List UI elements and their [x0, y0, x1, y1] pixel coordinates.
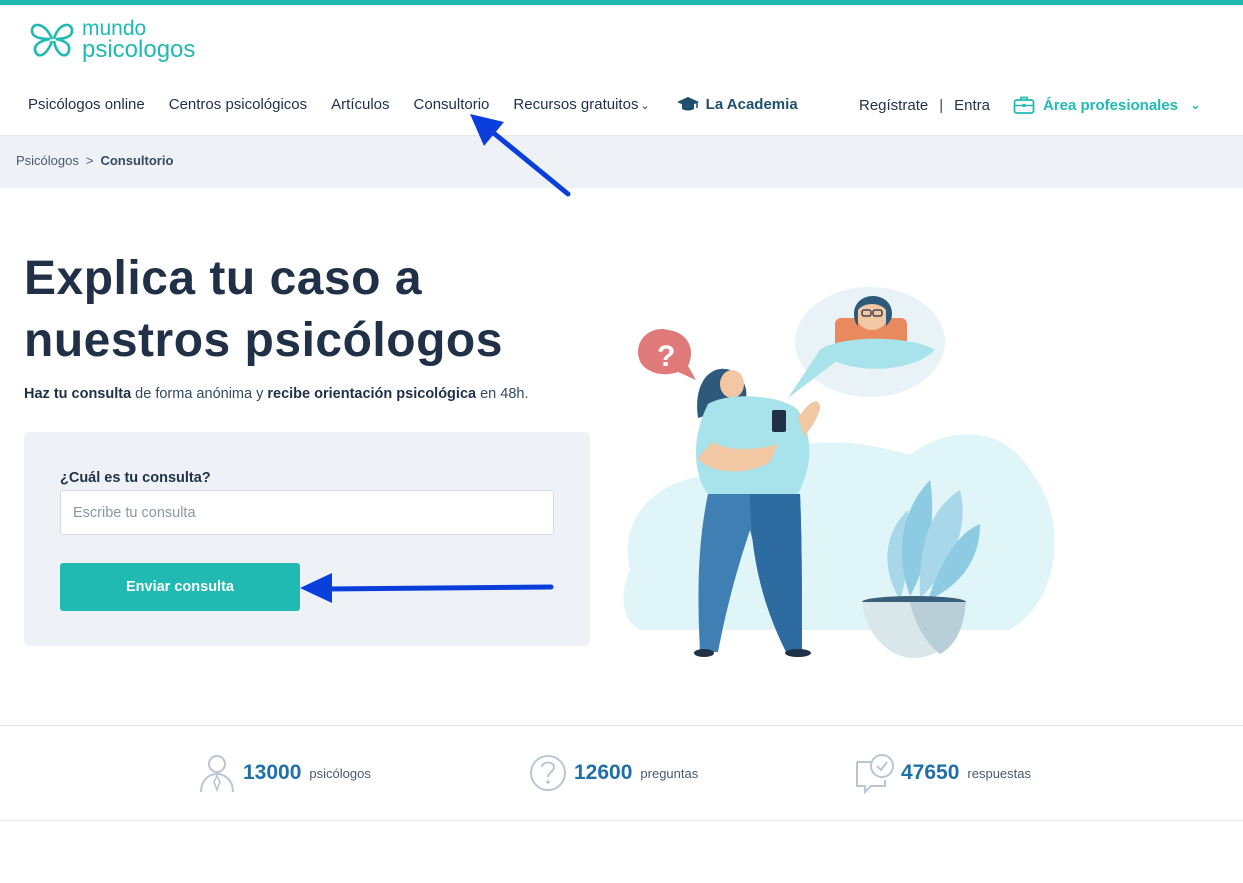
chevron-down-icon: ⌄	[1190, 97, 1201, 112]
breadcrumb-home-link[interactable]: Psicólogos	[16, 153, 79, 168]
subtitle-part-3: recibe orientación psicológica	[267, 386, 477, 402]
stat-number: 12600	[574, 761, 633, 784]
register-link[interactable]: Regístrate	[859, 97, 928, 114]
nav-recursos-label: Recursos gratuitos	[513, 95, 639, 113]
breadcrumb-separator: >	[85, 153, 94, 168]
breadcrumb: Psicólogos > Consultorio	[0, 136, 1243, 188]
butterfly-logo-icon	[30, 23, 74, 57]
professionals-area-label: Área profesionales	[1042, 96, 1179, 114]
stat-label: respuestas	[967, 765, 1031, 781]
site-header: mundo psicologos Psicólogos online Centr…	[0, 5, 1243, 136]
logo-line-2: psicologos	[82, 36, 196, 63]
subtitle-part-4: en 48h.	[476, 386, 529, 402]
page-subtitle: Haz tu consulta de forma anónima y recib…	[24, 386, 529, 402]
graduation-cap-icon	[676, 97, 699, 111]
consultation-input[interactable]	[60, 490, 554, 535]
professionals-area-menu[interactable]: Área profesionales ⌄	[1013, 95, 1201, 115]
nav-la-academia-label: La Academia	[705, 95, 798, 113]
nav-recursos-gratuitos[interactable]: Recursos gratuitos ⌄	[513, 96, 649, 113]
person-icon	[200, 755, 234, 793]
stat-label: psicólogos	[309, 765, 371, 781]
chevron-down-icon: ⌄	[640, 99, 650, 112]
stat-number: 13000	[243, 761, 302, 784]
consultation-label: ¿Cuál es tu consulta?	[60, 470, 211, 486]
logo[interactable]: mundo psicologos	[28, 17, 196, 63]
send-consultation-button[interactable]: Enviar consulta	[60, 563, 300, 611]
login-link[interactable]: Entra	[954, 97, 990, 114]
nav-articulos[interactable]: Artículos	[331, 96, 389, 113]
stat-label: preguntas	[640, 765, 699, 781]
subtitle-part-1: Haz tu consulta	[24, 386, 132, 402]
subtitle-part-2: de forma anónima y	[131, 386, 268, 402]
consultation-illustration: ?	[623, 287, 1055, 658]
account-nav: Regístrate | Entra Área profesionales ⌄	[859, 95, 1201, 115]
svg-text:?: ?	[657, 340, 675, 373]
stats-bar: 13000 psicólogos 12600 preguntas 47650 r…	[0, 725, 1243, 821]
logo-wordmark: mundo psicologos	[82, 18, 196, 63]
main-nav: Psicólogos online Centros psicológicos A…	[28, 95, 798, 113]
nav-centros-psicologicos[interactable]: Centros psicológicos	[169, 96, 307, 113]
nav-separator: |	[939, 96, 944, 114]
briefcase-icon	[1013, 96, 1035, 114]
breadcrumb-current: Consultorio	[100, 153, 174, 168]
stat-questions: 12600 preguntas	[528, 752, 698, 794]
nav-consultorio[interactable]: Consultorio	[414, 96, 490, 113]
nav-psicologos-online[interactable]: Psicólogos online	[28, 96, 145, 113]
stat-psychologists: 13000 psicólogos	[197, 752, 371, 794]
consultation-form: ¿Cuál es tu consulta? Enviar consulta	[24, 432, 590, 646]
nav-la-academia[interactable]: La Academia	[676, 95, 798, 113]
stat-number: 47650	[901, 761, 960, 784]
stat-answers: 47650 respuestas	[855, 752, 1031, 794]
question-icon	[530, 755, 566, 791]
page-title: Explica tu caso a nuestros psicólogos	[24, 252, 503, 367]
chat-check-icon	[856, 754, 894, 794]
